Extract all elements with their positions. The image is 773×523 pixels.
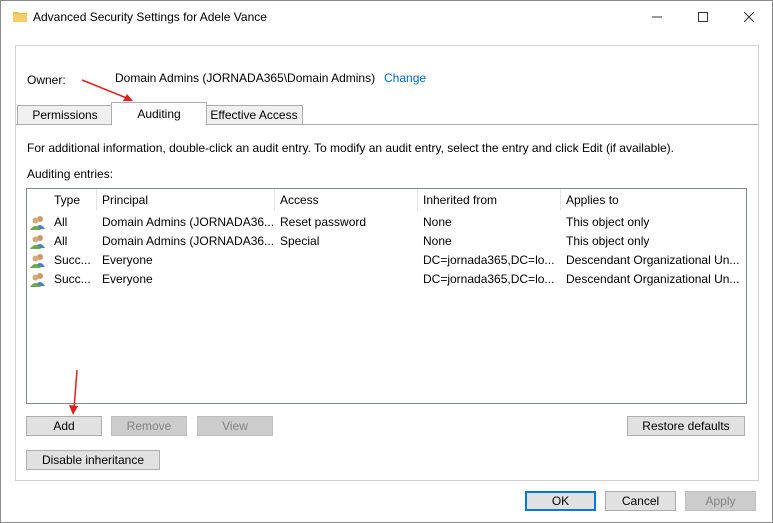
cell-type: All	[54, 234, 68, 248]
table-row[interactable]: All Domain Admins (JORNADA36... Special …	[27, 232, 746, 251]
users-icon	[30, 235, 45, 249]
close-button[interactable]	[726, 1, 772, 33]
restore-defaults-button[interactable]: Restore defaults	[627, 416, 745, 436]
folder-icon	[13, 12, 27, 22]
cell-inherited-from: None	[423, 234, 452, 248]
cell-type: Succ...	[54, 253, 91, 267]
users-icon	[30, 216, 45, 230]
cell-access	[275, 270, 418, 289]
cell-type: Succ...	[54, 272, 91, 286]
users-icon	[30, 273, 45, 287]
info-text: For additional information, double-click…	[27, 141, 674, 155]
tab-strip: Permissions Auditing Effective Access	[16, 102, 758, 126]
cell-inherited-from: None	[423, 215, 452, 229]
owner-label: Owner:	[27, 73, 66, 87]
auditing-entries-label: Auditing entries:	[27, 167, 114, 181]
main-panel: Owner: Domain Admins (JORNADA365\Domain …	[15, 45, 759, 481]
apply-button[interactable]: Apply	[685, 491, 756, 511]
table-row[interactable]: Succ... Everyone DC=jornada365,DC=lo... …	[27, 251, 746, 270]
tab-permissions[interactable]: Permissions	[17, 105, 113, 124]
table-row[interactable]: All Domain Admins (JORNADA36... Reset pa…	[27, 213, 746, 232]
change-owner-link[interactable]: Change	[384, 71, 426, 85]
cell-inherited-from: DC=jornada365,DC=lo...	[423, 253, 555, 267]
view-button[interactable]: View	[197, 416, 273, 436]
advanced-security-settings-window: Advanced Security Settings for Adele Van…	[0, 0, 773, 523]
cell-applies-to: Descendant Organizational Un...	[566, 272, 740, 286]
cell-principal: Domain Admins (JORNADA36...	[102, 234, 275, 248]
cell-applies-to: This object only	[566, 234, 650, 248]
auditing-entries-list[interactable]: Type Principal Access Inherited from App…	[26, 188, 747, 404]
maximize-icon	[698, 12, 708, 22]
table-row[interactable]: Succ... Everyone DC=jornada365,DC=lo... …	[27, 270, 746, 289]
disable-inheritance-button[interactable]: Disable inheritance	[26, 450, 160, 470]
cell-access: Special	[280, 234, 320, 248]
title-bar: Advanced Security Settings for Adele Van…	[1, 1, 772, 33]
cell-principal: Everyone	[102, 272, 153, 286]
window-title: Advanced Security Settings for Adele Van…	[33, 10, 267, 24]
cell-access: Reset password	[280, 215, 367, 229]
cell-inherited-from: DC=jornada365,DC=lo...	[423, 272, 555, 286]
column-header-applies-to[interactable]: Applies to	[561, 189, 746, 211]
users-icon	[30, 254, 45, 268]
column-header-principal[interactable]: Principal	[97, 189, 275, 211]
cell-applies-to: Descendant Organizational Un...	[566, 253, 740, 267]
cell-type: All	[54, 215, 68, 229]
tab-auditing[interactable]: Auditing	[111, 102, 207, 126]
tab-effective-access[interactable]: Effective Access	[205, 105, 303, 124]
list-header: Type Principal Access Inherited from App…	[27, 189, 746, 211]
minimize-button[interactable]	[634, 1, 680, 33]
maximize-button[interactable]	[680, 1, 726, 33]
column-header-type[interactable]: Type	[49, 189, 97, 211]
add-button[interactable]: Add	[26, 416, 102, 436]
cell-applies-to: This object only	[566, 215, 650, 229]
minimize-icon	[652, 16, 662, 18]
ok-button[interactable]: OK	[525, 491, 596, 511]
column-header-access[interactable]: Access	[275, 189, 418, 211]
remove-button[interactable]: Remove	[111, 416, 187, 436]
cell-principal: Domain Admins (JORNADA36...	[102, 215, 275, 229]
close-icon	[744, 12, 754, 22]
cell-access	[275, 251, 418, 270]
cancel-button[interactable]: Cancel	[605, 491, 676, 511]
cell-principal: Everyone	[102, 253, 153, 267]
owner-value: Domain Admins (JORNADA365\Domain Admins)	[115, 71, 376, 85]
column-header-inherited-from[interactable]: Inherited from	[418, 189, 561, 211]
